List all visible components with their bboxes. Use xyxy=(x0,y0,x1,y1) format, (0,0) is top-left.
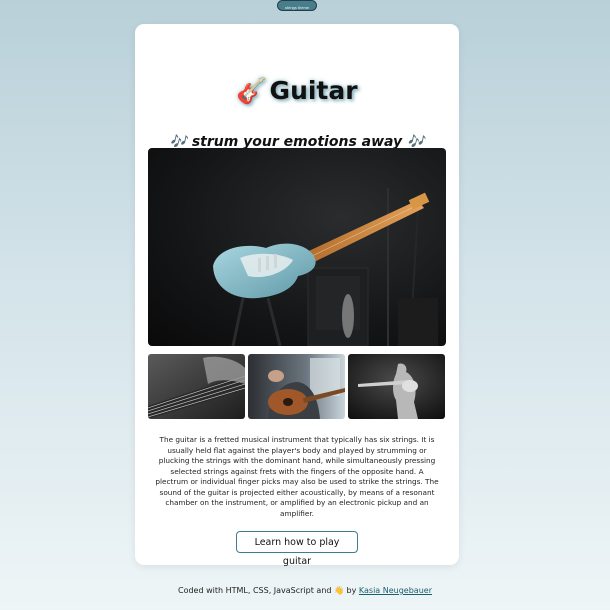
guitar-icon: 🎸 xyxy=(236,76,268,105)
footer: Coded with HTML, CSS, JavaScript and 👋 b… xyxy=(0,586,610,595)
title-text: Guitar xyxy=(269,76,358,105)
page-title: 🎸Guitar xyxy=(135,76,459,106)
hero-guitar-image xyxy=(148,148,446,346)
footer-by: by xyxy=(346,586,357,595)
footer-text: Coded with HTML, CSS, JavaScript and xyxy=(177,586,332,595)
guitar-description: The guitar is a fretted musical instrume… xyxy=(155,435,439,518)
main-card: 🎸Guitar 🎶 strum your emotions away 🎶 The… xyxy=(135,24,459,567)
theme-button[interactable]: strings theme xyxy=(277,0,317,11)
acoustic-guitar-player-thumbnail xyxy=(248,354,345,419)
waving-hand-icon: 👋 xyxy=(334,586,344,595)
author-link[interactable]: Kasia Neugebauer xyxy=(359,586,432,595)
learn-guitar-button[interactable]: Learn how to play guitar xyxy=(236,531,358,567)
guitarist-silhouette-thumbnail xyxy=(348,354,445,419)
guitar-neck-thumbnail xyxy=(148,354,245,419)
